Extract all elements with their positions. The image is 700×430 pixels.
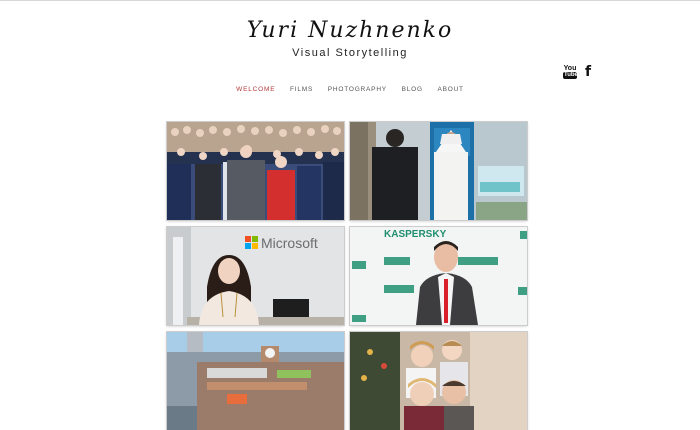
building-photo [167,332,344,430]
youtube-icon[interactable]: You Tube [563,64,578,79]
gallery-tile-building[interactable] [167,332,344,430]
nav-item-about[interactable]: ABOUT [437,86,463,93]
nav-item-welcome[interactable]: WELCOME [236,86,275,93]
kaspersky-sign: KASPERSKY [384,229,447,240]
crowd-photo [167,122,344,220]
gallery-tile-kaspersky[interactable]: KASPERSKY [350,227,527,325]
microsoft-sign: Microsoft [261,235,318,251]
kaspersky-photo: KASPERSKY [350,227,527,325]
microsoft-presenter-photo: Microsoft [167,227,344,325]
family-photo [350,332,527,430]
youtube-icon-bottom: Tube [563,71,578,79]
gallery-tile-microsoft[interactable]: Microsoft [167,227,344,325]
top-border [0,0,700,1]
nav-item-photography[interactable]: PHOTOGRAPHY [328,86,387,93]
meeting-photo [350,122,527,220]
main-nav: WELCOME FILMS PHOTOGRAPHY BLOG ABOUT [0,86,700,93]
site-title: Yuri Nuzhnenko [246,18,454,43]
gallery-tile-crowd[interactable] [167,122,344,220]
gallery-tile-meeting[interactable] [350,122,527,220]
nav-item-blog[interactable]: BLOG [402,86,423,93]
social-links: You Tube f [563,65,591,79]
site-logo[interactable]: Yuri Nuzhnenko Visual Storytelling [0,18,700,59]
gallery-tile-family[interactable] [350,332,527,430]
nav-item-films[interactable]: FILMS [290,86,313,93]
youtube-icon-top: You [563,64,577,72]
site-tagline: Visual Storytelling [292,47,408,59]
facebook-icon[interactable]: f [585,65,591,79]
